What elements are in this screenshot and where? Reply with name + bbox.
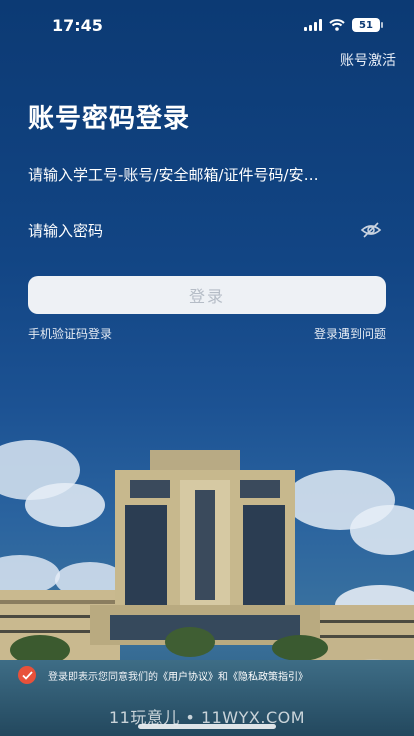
login-problem-link[interactable]: 登录遇到问题	[314, 325, 386, 342]
home-indicator[interactable]	[138, 724, 276, 729]
check-icon	[21, 670, 33, 680]
login-button[interactable]: 登录	[28, 276, 386, 314]
status-bar: 17:45 51	[0, 0, 414, 50]
agreement-checkbox[interactable]	[18, 666, 36, 684]
agreement-text: 登录即表示您同意我们的《用户协议》和《隐私政策指引》	[48, 668, 308, 683]
account-input[interactable]	[28, 162, 386, 188]
sms-login-link[interactable]: 手机验证码登录	[28, 325, 112, 342]
user-agreement-link[interactable]: 《用户协议》	[158, 672, 218, 683]
agreement-prefix: 登录即表示您同意我们的	[48, 671, 158, 683]
status-time: 17:45	[52, 16, 103, 35]
account-activation-link[interactable]: 账号激活	[340, 50, 396, 70]
battery-level: 51	[359, 19, 373, 31]
status-icons: 51	[304, 18, 383, 32]
agreement-row: 登录即表示您同意我们的《用户协议》和《隐私政策指引》	[18, 664, 408, 686]
eye-off-icon[interactable]	[360, 220, 382, 240]
agreement-and: 和	[218, 671, 228, 683]
wifi-icon	[329, 19, 345, 31]
page-title: 账号密码登录	[28, 104, 191, 134]
password-input[interactable]	[28, 218, 348, 244]
campus-building-illustration	[0, 440, 414, 736]
signal-icon	[304, 19, 322, 31]
battery-icon: 51	[352, 18, 383, 32]
privacy-policy-link[interactable]: 《隐私政策指引》	[228, 672, 308, 683]
